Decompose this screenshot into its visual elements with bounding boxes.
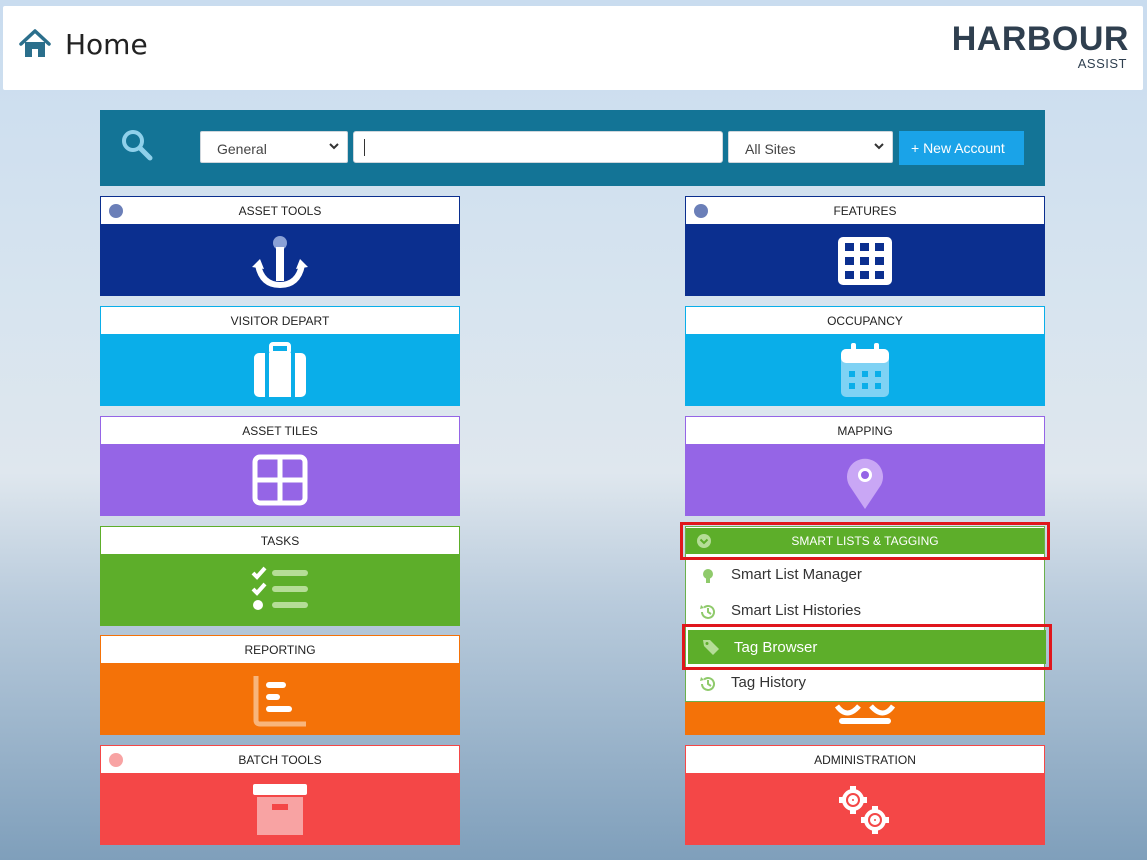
- menu-item-tag-browser[interactable]: Tag Browser: [682, 624, 1052, 670]
- harbour-assist-logo[interactable]: HARBOUR ASSIST: [952, 20, 1129, 76]
- tile-asset-tiles[interactable]: ASSET TILES: [100, 416, 460, 516]
- tile-batch-tools[interactable]: BATCH TOOLS: [100, 745, 460, 845]
- history-icon: [700, 676, 715, 691]
- menu-item-tag-history[interactable]: Tag History: [685, 666, 1045, 702]
- tile-reporting[interactable]: REPORTING: [100, 635, 460, 735]
- category-select[interactable]: General: [200, 131, 348, 163]
- chevron-down-icon: [874, 143, 884, 150]
- chevron-down-icon[interactable]: [696, 533, 712, 549]
- tile-tasks[interactable]: TASKS: [100, 526, 460, 626]
- gears-icon: [839, 786, 889, 834]
- calendar-icon: [841, 343, 889, 397]
- chevron-right-icon[interactable]: [109, 753, 123, 767]
- new-account-button[interactable]: + New Account: [899, 131, 1024, 165]
- bar-chart-icon: [253, 676, 306, 727]
- tile-visitor-depart[interactable]: VISITOR DEPART: [100, 306, 460, 406]
- tile-mapping[interactable]: MAPPING: [685, 416, 1045, 516]
- checklist-icon: [251, 566, 308, 610]
- chevron-right-icon[interactable]: [694, 204, 708, 218]
- archive-box-icon: [253, 784, 307, 835]
- anchor-icon: [252, 236, 308, 289]
- grid-icon: [838, 237, 892, 285]
- tile-asset-tools[interactable]: ASSET TOOLS: [100, 196, 460, 296]
- tile-occupancy[interactable]: OCCUPANCY: [685, 306, 1045, 406]
- search-input[interactable]: [353, 131, 723, 163]
- tile-features[interactable]: FEATURES: [685, 196, 1045, 296]
- smart-lists-tagging-header[interactable]: SMART LISTS & TAGGING: [680, 522, 1050, 560]
- suitcase-icon: [254, 342, 306, 397]
- page-title: Home: [65, 28, 148, 61]
- tile-administration[interactable]: ADMINISTRATION: [685, 745, 1045, 845]
- menu-item-smart-list-manager[interactable]: Smart List Manager: [685, 558, 1045, 594]
- map-pin-icon: [847, 458, 883, 509]
- history-icon: [700, 604, 715, 619]
- home-icon[interactable]: [17, 26, 53, 62]
- chevron-right-icon[interactable]: [109, 204, 123, 218]
- search-icon[interactable]: [120, 128, 154, 162]
- lightbulb-icon: [703, 569, 713, 583]
- search-bar: General All Sites + New Account: [100, 110, 1045, 186]
- tiles-icon: [252, 454, 308, 506]
- chevron-down-icon: [329, 143, 339, 150]
- tag-icon: [703, 640, 719, 655]
- sites-select[interactable]: All Sites: [728, 131, 893, 163]
- page-header: Home HARBOUR ASSIST: [3, 6, 1143, 90]
